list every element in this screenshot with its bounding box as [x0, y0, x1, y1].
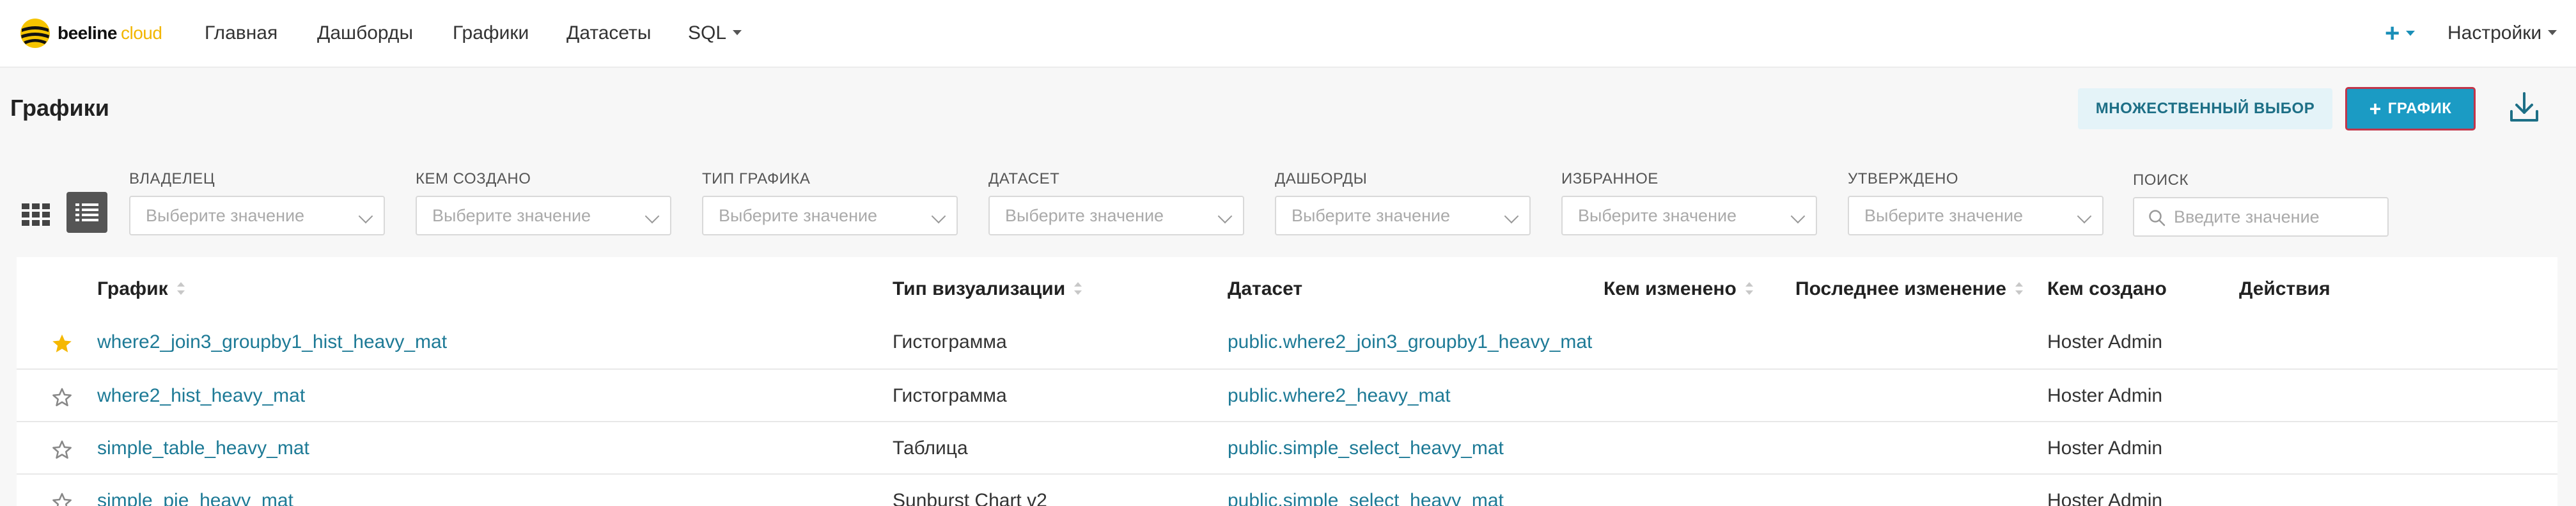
search-label: ПОИСК — [2133, 171, 2189, 189]
column-header-modified-by[interactable]: Кем изменено — [1604, 276, 1753, 302]
chevron-down-icon — [2406, 31, 2416, 36]
table-row: simple_pie_heavy_mat Sunburst Chart v2 p… — [17, 473, 2557, 506]
dataset-link[interactable]: public.where2_join3_groupby1_heavy_mat — [1228, 316, 1592, 368]
filter-dashboards-label: ДАШБОРДЫ — [1275, 170, 1368, 187]
viz-type-cell: Таблица — [893, 438, 968, 459]
sort-icon — [176, 282, 185, 296]
chevron-down-icon — [644, 209, 660, 224]
column-header-last-modified-label: Последнее изменение — [1795, 278, 2006, 299]
star-filled-icon[interactable] — [51, 333, 73, 354]
filter-dataset-placeholder: Выберите значение — [1005, 206, 1164, 225]
settings-label: Настройки — [2447, 22, 2542, 43]
filter-favorites-label: ИЗБРАННОЕ — [1561, 170, 1659, 187]
grid-view-icon[interactable] — [22, 203, 50, 226]
plus-icon: + — [2369, 97, 2382, 120]
add-chart-label: ГРАФИК — [2387, 100, 2452, 117]
filter-dataset-label: ДАТАСЕТ — [988, 170, 1060, 187]
list-view-button[interactable] — [66, 192, 107, 233]
search-icon — [2149, 210, 2166, 226]
dataset-link[interactable]: public.simple_select_heavy_mat — [1228, 475, 1504, 506]
chart-name-link[interactable]: where2_hist_heavy_mat — [97, 370, 305, 422]
nav-item-sql-label: SQL — [688, 22, 727, 43]
chevron-down-icon — [2548, 30, 2557, 36]
filter-favorites-placeholder: Выберите значение — [1578, 206, 1737, 225]
dataset-link[interactable]: public.simple_select_heavy_mat — [1228, 422, 1504, 475]
column-header-last-modified[interactable]: Последнее изменение — [1795, 276, 2023, 302]
beeline-logo-icon — [20, 19, 50, 48]
settings-menu[interactable]: Настройки — [2447, 19, 2557, 47]
column-header-created-by: Кем создано — [2047, 278, 2167, 299]
filter-owner-label: ВЛАДЕЛЕЦ — [129, 170, 215, 187]
created-by-cell: Hoster Admin — [2047, 438, 2163, 459]
page-title: Графики — [10, 95, 109, 121]
viz-type-cell: Гистограмма — [893, 385, 1007, 406]
chevron-down-icon — [733, 30, 742, 36]
chevron-down-icon — [1790, 209, 1806, 224]
dataset-link[interactable]: public.where2_heavy_mat — [1228, 370, 1451, 422]
viz-type-cell: Гистограмма — [893, 331, 1007, 352]
chevron-down-icon — [1504, 209, 1519, 224]
brand-logo[interactable]: beeline cloud — [19, 15, 162, 51]
search-input[interactable] — [2174, 207, 2378, 227]
column-header-chart[interactable]: График — [97, 276, 185, 302]
filter-chart-type-select[interactable]: Выберите значение — [702, 196, 958, 235]
download-icon[interactable] — [2509, 91, 2540, 124]
column-header-actions: Действия — [2239, 278, 2330, 299]
sort-icon — [1074, 282, 1082, 296]
sort-icon — [1745, 282, 1753, 296]
chevron-down-icon — [2077, 209, 2092, 224]
chevron-down-icon — [931, 209, 946, 224]
table-row: simple_table_heavy_mat Таблица public.si… — [17, 421, 2557, 473]
star-outline-icon[interactable] — [51, 386, 73, 408]
search-field[interactable] — [2133, 197, 2389, 237]
chevron-down-icon — [358, 209, 373, 224]
column-header-dataset: Датасет — [1228, 278, 1303, 299]
sort-icon — [2015, 282, 2023, 296]
filter-approved-placeholder: Выберите значение — [1864, 206, 2024, 225]
nav-item-home[interactable]: Главная — [205, 19, 277, 47]
chart-name-link[interactable]: where2_join3_groupby1_hist_heavy_mat — [97, 316, 447, 368]
created-by-cell: Hoster Admin — [2047, 385, 2163, 406]
filter-chart-type-label: ТИП ГРАФИКА — [702, 170, 811, 187]
table-row: where2_join3_groupby1_hist_heavy_mat Гис… — [17, 316, 2557, 368]
plus-icon: + — [2385, 19, 2400, 47]
table-row: where2_hist_heavy_mat Гистограмма public… — [17, 368, 2557, 421]
filter-dashboards-select[interactable]: Выберите значение — [1275, 196, 1531, 235]
chart-name-link[interactable]: simple_table_heavy_mat — [97, 422, 309, 475]
filter-created-by-select[interactable]: Выберите значение — [416, 196, 671, 235]
charts-table: График Тип визуализации Датасет Кем изме… — [17, 257, 2557, 506]
filter-created-by-placeholder: Выберите значение — [432, 206, 591, 225]
column-header-modified-by-label: Кем изменено — [1604, 278, 1737, 299]
filter-dashboards-placeholder: Выберите значение — [1292, 206, 1451, 225]
star-outline-icon[interactable] — [51, 491, 73, 506]
list-view-icon — [75, 203, 98, 221]
viz-type-cell: Sunburst Chart v2 — [893, 490, 1047, 506]
column-header-chart-label: График — [97, 278, 168, 299]
add-chart-button[interactable]: + ГРАФИК — [2345, 87, 2476, 130]
top-navigation: beeline cloud Главная Дашборды Графики Да… — [0, 0, 2576, 68]
chart-name-link[interactable]: simple_pie_heavy_mat — [97, 475, 293, 506]
filter-approved-select[interactable]: Выберите значение — [1848, 196, 2104, 235]
created-by-cell: Hoster Admin — [2047, 331, 2163, 352]
nav-item-dashboards[interactable]: Дашборды — [317, 19, 413, 47]
filter-owner-placeholder: Выберите значение — [146, 206, 305, 225]
filter-chart-type-placeholder: Выберите значение — [719, 206, 878, 225]
multi-select-button[interactable]: МНОЖЕСТВЕННЫЙ ВЫБОР — [2078, 88, 2332, 129]
nav-item-charts[interactable]: Графики — [453, 19, 529, 47]
chevron-down-icon — [1217, 209, 1233, 224]
filter-favorites-select[interactable]: Выберите значение — [1561, 196, 1817, 235]
column-header-viz-type[interactable]: Тип визуализации — [893, 276, 1082, 302]
filter-approved-label: УТВЕРЖДЕНО — [1848, 170, 1959, 187]
nav-item-datasets[interactable]: Датасеты — [566, 19, 651, 47]
created-by-cell: Hoster Admin — [2047, 490, 2163, 506]
filter-dataset-select[interactable]: Выберите значение — [988, 196, 1244, 235]
column-header-viz-type-label: Тип визуализации — [893, 278, 1066, 299]
brand-name: beeline cloud — [58, 23, 162, 43]
star-outline-icon[interactable] — [51, 439, 73, 461]
filter-created-by-label: КЕМ СОЗДАНО — [416, 170, 531, 187]
filter-owner-select[interactable]: Выберите значение — [129, 196, 385, 235]
nav-item-sql[interactable]: SQL — [688, 19, 742, 47]
create-menu-button[interactable]: + — [2385, 19, 2416, 47]
